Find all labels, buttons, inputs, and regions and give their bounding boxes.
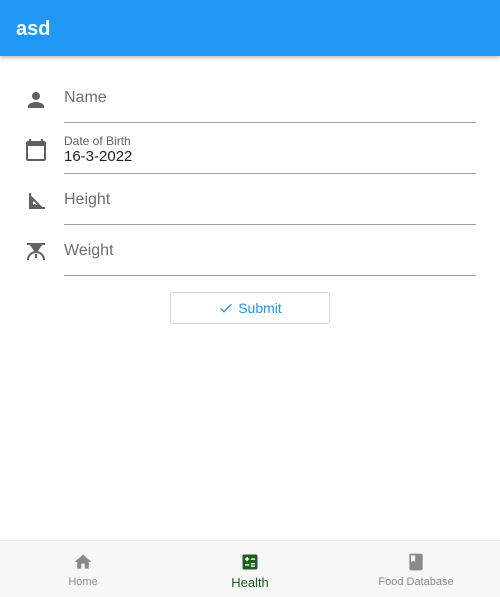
nav-label-home: Home — [68, 576, 98, 588]
weight-field — [0, 237, 500, 277]
nav-item-food-database[interactable]: Food Database — [333, 541, 499, 597]
nav-item-health[interactable]: Health — [167, 541, 333, 597]
calendar-icon — [24, 138, 48, 162]
dob-field[interactable]: Date of Birth 16-3-2022 — [0, 134, 500, 176]
nav-label-food-database: Food Database — [378, 576, 454, 588]
name-input[interactable] — [64, 88, 476, 108]
calculator-icon — [240, 552, 260, 572]
name-underline — [64, 122, 476, 123]
height-field — [0, 186, 500, 226]
weight-input[interactable] — [64, 241, 476, 261]
submit-button[interactable]: Submit — [170, 292, 330, 324]
nav-label-health: Health — [231, 575, 269, 590]
book-icon — [406, 552, 426, 572]
height-underline — [64, 224, 476, 225]
nav-item-home[interactable]: Home — [0, 541, 166, 597]
submit-label: Submit — [238, 300, 282, 316]
dob-underline — [64, 173, 476, 174]
home-icon — [73, 552, 93, 572]
app-screen: asd Date of Birth 16-3-2022 — [0, 0, 500, 597]
weight-underline — [64, 275, 476, 276]
ruler-triangle-icon — [24, 189, 48, 213]
name-field — [0, 84, 500, 124]
scale-icon — [24, 240, 48, 264]
app-bar: asd — [0, 0, 500, 56]
person-icon — [24, 88, 48, 112]
check-icon — [220, 303, 233, 313]
app-bar-title: asd — [16, 18, 51, 40]
dob-label: Date of Birth — [64, 134, 131, 148]
dob-value[interactable]: 16-3-2022 — [64, 148, 132, 166]
bottom-navigation: Home Health Food Database — [0, 540, 500, 597]
height-input[interactable] — [64, 190, 476, 210]
